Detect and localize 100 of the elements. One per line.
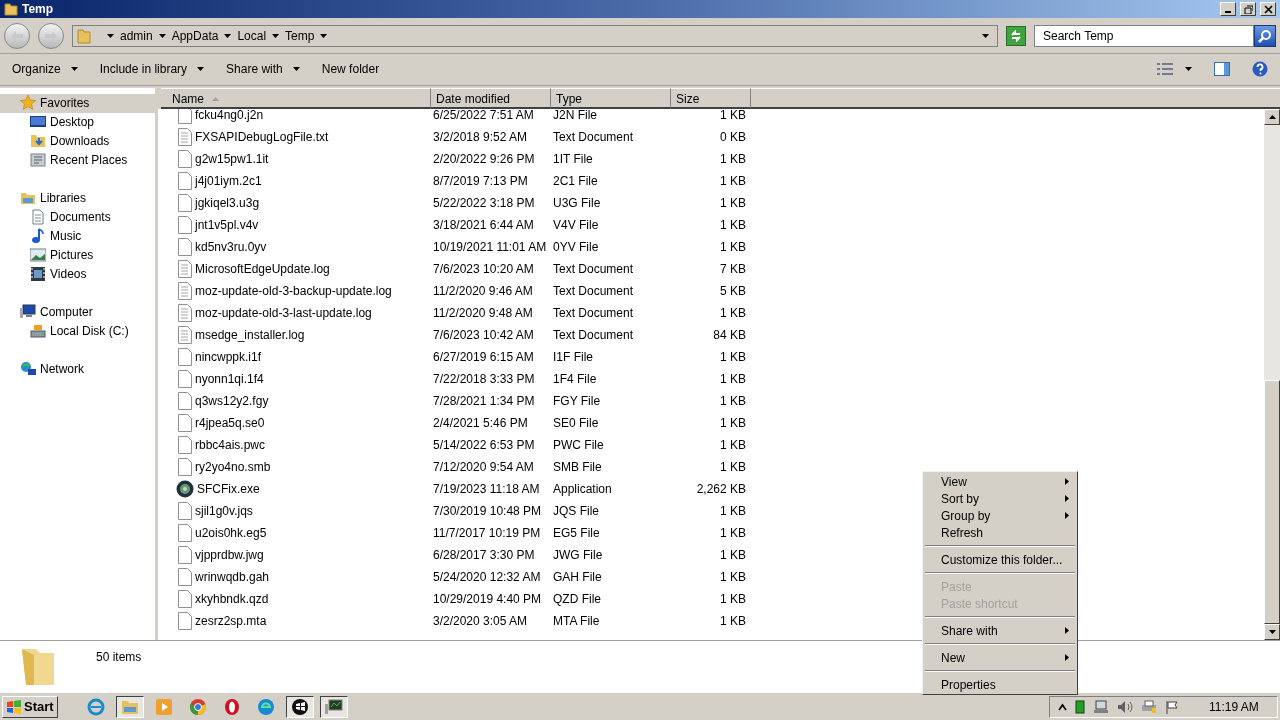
submenu-arrow-icon <box>1065 495 1069 502</box>
play-icon <box>154 697 173 716</box>
item-count: 50 items <box>96 649 142 667</box>
file-icon <box>176 589 192 608</box>
sidebar-item[interactable]: Desktop <box>0 112 155 132</box>
scroll-down-icon <box>1268 630 1276 635</box>
sidebar-item[interactable]: Computer <box>0 302 155 322</box>
taskbar-button[interactable] <box>115 695 144 718</box>
file-name[interactable]: nyonn1qi.1f4 <box>195 369 264 388</box>
sidebar-item[interactable]: Local Disk (C:) <box>0 321 155 341</box>
file-name[interactable]: fcku4ng0.j2n <box>195 108 264 124</box>
toolbar-button[interactable]: Organize <box>12 60 78 79</box>
table-cell-text: PWC File <box>552 436 605 454</box>
file-icon <box>176 435 192 454</box>
taskbar-button[interactable] <box>285 695 314 718</box>
file-name[interactable]: rbbc4ais.pwc <box>195 435 266 454</box>
file-name[interactable]: nincwppk.i1f <box>195 347 262 366</box>
folder-icon <box>77 28 91 45</box>
file-name[interactable]: xkyhbndk.qzd <box>195 589 269 608</box>
sidebar-item[interactable]: Pictures <box>0 245 155 265</box>
refresh-button[interactable] <box>1006 26 1026 47</box>
file-name[interactable]: FXSAPIDebugLogFile.txt <box>195 127 329 146</box>
minimize-button[interactable] <box>1220 2 1236 16</box>
menu-item[interactable]: Properties <box>923 676 1077 693</box>
column-header[interactable]: Size <box>671 87 751 109</box>
menu-item[interactable]: Customize this folder... <box>923 551 1077 578</box>
breadcrumb[interactable]: AppData <box>171 27 219 46</box>
table-cell-text: JWG File <box>552 546 604 564</box>
file-name[interactable]: vjpprdbw.jwg <box>195 545 264 564</box>
toolbar-button[interactable]: Include in library <box>99 60 205 79</box>
file-name[interactable]: r4jpea5q.se0 <box>195 413 265 432</box>
taskbar-button[interactable] <box>319 695 348 718</box>
close-button[interactable] <box>1260 2 1276 16</box>
scrollbar[interactable] <box>1264 108 1280 641</box>
table-cell-text: 3/2/2020 3:05 AM <box>432 612 529 630</box>
table-cell-text: 1 KB <box>719 194 746 212</box>
file-name[interactable]: wrinwqdb.gah <box>195 567 270 586</box>
column-header[interactable]: Type <box>551 87 671 109</box>
sidebar-item[interactable]: Music <box>0 226 155 246</box>
file-name[interactable]: MicrosoftEdgeUpdate.log <box>195 259 330 278</box>
search-button[interactable] <box>1254 25 1276 48</box>
restore-button[interactable] <box>1240 2 1256 16</box>
breadcrumb[interactable]: admin <box>120 27 153 46</box>
toolbar-button[interactable]: Share with <box>226 60 300 79</box>
sidebar-item[interactable]: Network <box>0 359 155 379</box>
file-name[interactable]: sjil1g0v.jqs <box>195 501 253 520</box>
menu-item[interactable]: Refresh <box>923 524 1077 551</box>
sidebar-item[interactable]: Downloads <box>0 131 155 151</box>
film-icon <box>30 266 46 283</box>
view-options-button[interactable] <box>1157 63 1192 76</box>
back-button[interactable] <box>4 23 30 50</box>
file-name[interactable]: moz-update-old-3-last-update.log <box>195 303 372 322</box>
file-name[interactable]: SFCFix.exe <box>197 479 260 498</box>
scroll-thumb[interactable] <box>1264 379 1280 625</box>
sidebar-item[interactable]: Videos <box>0 264 155 284</box>
table-cell-text: 11/2/2020 9:48 AM <box>432 304 534 322</box>
gear-globe-icon <box>176 479 194 498</box>
start-button[interactable]: Start <box>2 695 58 718</box>
sidebar-item[interactable]: Favorites <box>0 93 155 113</box>
table-cell-text: QZD File <box>552 590 602 608</box>
preview-pane-button[interactable] <box>1214 62 1230 77</box>
table-cell-text: 1 KB <box>719 238 746 256</box>
help-button[interactable] <box>1252 61 1268 78</box>
table-cell-text: 1 KB <box>719 546 746 564</box>
table-cell-text: 5/22/2022 3:18 PM <box>432 194 536 212</box>
sidebar-item[interactable]: Recent Places <box>0 150 155 170</box>
breadcrumb[interactable]: Local <box>237 27 267 46</box>
file-name[interactable]: msedge_installer.log <box>195 325 305 344</box>
forward-button[interactable] <box>38 23 64 50</box>
table-cell-text: 2,262 KB <box>695 480 746 498</box>
sidebar-item[interactable]: Documents <box>0 207 155 227</box>
text-file-icon <box>176 259 192 278</box>
column-header[interactable]: Name <box>161 87 431 109</box>
file-name[interactable]: q3ws12y2.fgy <box>195 391 269 410</box>
file-name[interactable]: j4j01iym.2c1 <box>195 171 262 190</box>
file-name[interactable]: kd5nv3ru.0yv <box>195 237 267 256</box>
file-name[interactable]: jgkiqel3.u3g <box>195 193 260 212</box>
toolbar-button[interactable]: New folder <box>321 60 380 79</box>
caret-icon <box>224 34 232 39</box>
sidebar-item[interactable]: Libraries <box>0 188 155 208</box>
table-cell-text: 7/22/2018 3:33 PM <box>432 370 536 388</box>
column-header[interactable]: Date modified <box>431 87 551 109</box>
file-name[interactable]: zesrz2sp.mta <box>195 611 267 630</box>
pane-icon <box>1214 62 1230 77</box>
menu-item[interactable]: Share with <box>923 622 1077 649</box>
menu-item[interactable]: Group by <box>923 507 1077 524</box>
file-name[interactable]: g2w15pw1.1it <box>195 149 269 168</box>
speaker-icon <box>1117 699 1133 714</box>
breadcrumb[interactable]: Temp <box>285 27 315 46</box>
file-icon <box>176 193 192 212</box>
file-name[interactable]: u2ois0hk.eg5 <box>195 523 267 542</box>
file-name[interactable]: jnt1v5pl.v4v <box>195 215 259 234</box>
address-bar[interactable]: admin AppData Local Temp <box>72 25 998 48</box>
menu-item[interactable]: View <box>923 473 1077 490</box>
file-icon <box>176 457 192 476</box>
search-field[interactable]: Search Temp <box>1034 25 1254 48</box>
file-name[interactable]: ry2yo4no.smb <box>195 457 271 476</box>
menu-item[interactable]: New <box>923 649 1077 676</box>
menu-item[interactable]: Sort by <box>923 490 1077 507</box>
file-name[interactable]: moz-update-old-3-backup-update.log <box>195 281 392 300</box>
